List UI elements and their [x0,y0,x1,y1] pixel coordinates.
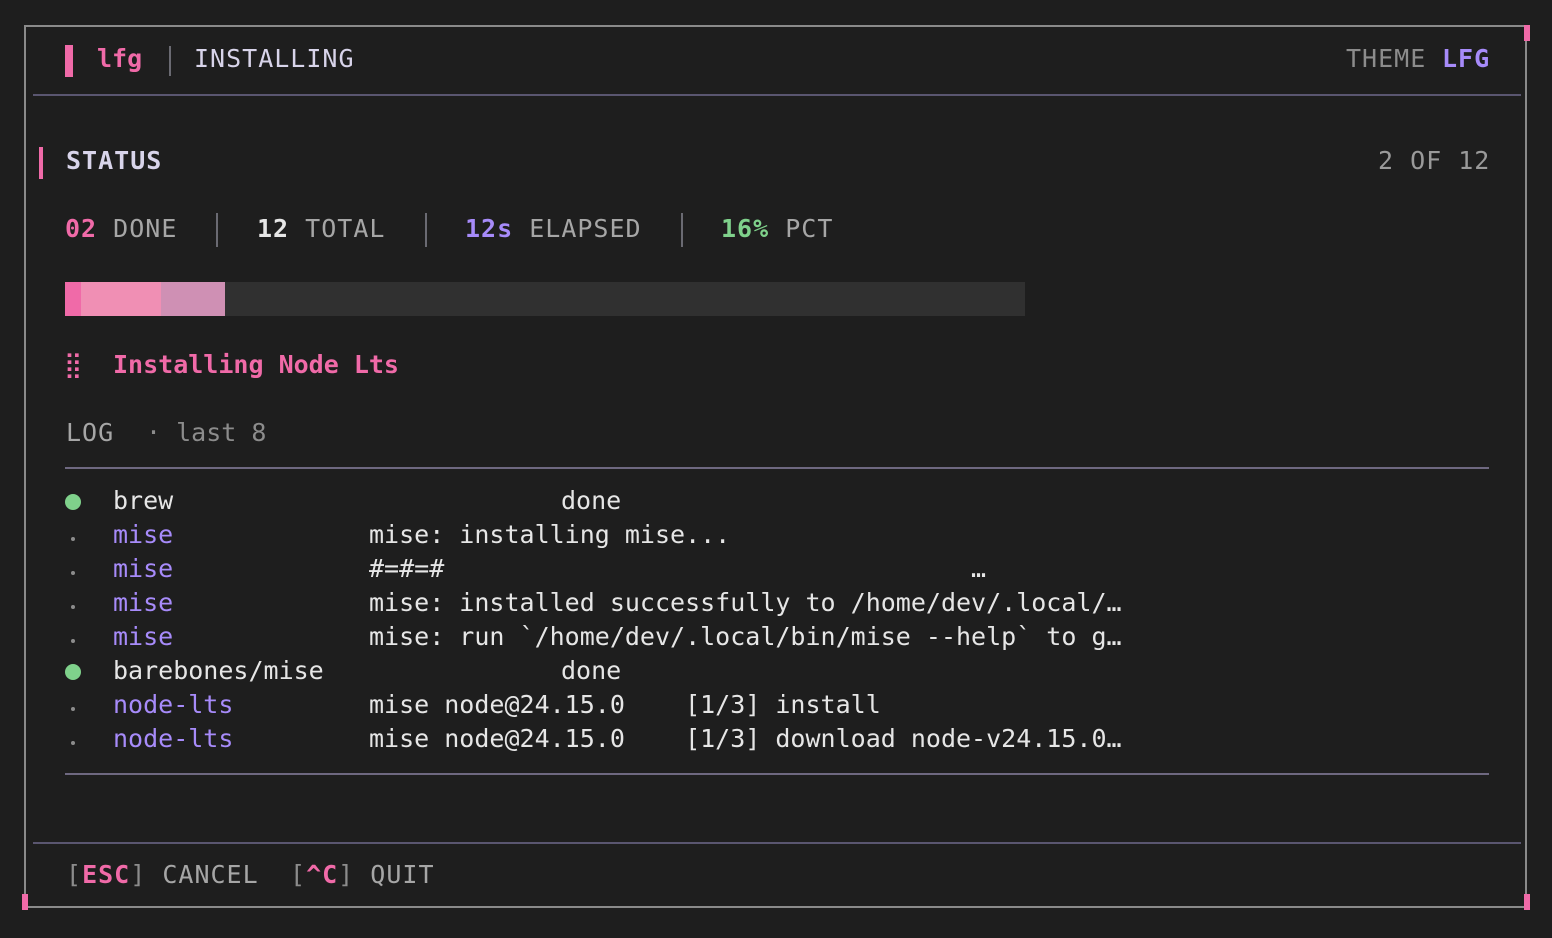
progress-bar [65,282,1025,316]
status-title: STATUS [66,146,163,175]
theme-value[interactable]: LFG [1442,44,1490,73]
done-dot-icon [65,664,81,680]
stat-total-label: TOTAL [305,214,386,243]
frame-corner-bottom-right [1524,894,1530,910]
done-dot-icon [65,494,81,510]
frame-corner-top-right [1524,25,1530,41]
stat-elapsed: 12s ELAPSED [465,214,642,243]
page-title: INSTALLING [194,44,355,73]
current-task-label: Installing Node Lts [113,350,399,379]
header-separator [169,46,171,76]
stat-pct-value: 16% [721,214,770,243]
log-message: mise: installed successfully to /home/de… [369,588,1122,617]
quit-label: QUIT [370,860,435,889]
log-source: mise [113,520,174,549]
frame-corner-bottom-left [22,894,28,910]
progress-fill-tail [161,282,225,316]
log-message: done [561,486,622,515]
log-message: mise: installing mise... [369,520,731,549]
log-message: mise node@24.15.0 [1/3] download node-v2… [369,724,1122,753]
header-divider [33,94,1521,96]
cancel-key: ESC [82,860,131,889]
stat-total-value: 12 [257,214,290,243]
theme-label: THEME [1346,44,1427,73]
stat-elapsed-label: ELAPSED [529,214,642,243]
progress-fill-head [65,282,81,316]
quit-key: ^C [306,860,339,889]
log-message: #=#=# … [369,554,987,583]
stat-separator [216,213,218,247]
stat-separator [681,213,683,247]
stat-elapsed-value: 12s [465,214,514,243]
status-count: 2 OF 12 [1378,146,1491,175]
log-source: mise [113,588,174,617]
log-title: LOG [66,418,115,447]
log-source: mise [113,554,174,583]
footer-divider [33,842,1521,844]
log-source: mise [113,622,174,651]
stat-done-label: DONE [113,214,178,243]
log-source: brew [113,486,174,515]
bullet-icon [71,605,75,609]
log-message: done [561,656,622,685]
progress-fill-body [81,282,161,316]
spinner-icon: ⣿ [64,350,83,379]
bullet-icon [71,639,75,643]
log-message: mise: run `/home/dev/.local/bin/mise --h… [369,622,1122,651]
stat-separator [425,213,427,247]
stat-total: 12 TOTAL [257,214,385,243]
bullet-icon [71,707,75,711]
bullet-icon [71,741,75,745]
log-source: node-lts [113,690,234,719]
status-accent-bar [39,147,43,179]
header-accent-bar [65,45,73,77]
cancel-label: CANCEL [162,860,259,889]
cancel-button[interactable]: [ESC] CANCEL [66,860,259,889]
log-source: barebones/mise [113,656,324,685]
stat-done-value: 02 [65,214,98,243]
bullet-icon [71,537,75,541]
stat-pct-label: PCT [785,214,834,243]
quit-button[interactable]: [^C] QUIT [290,860,435,889]
stat-done: 02 DONE [65,214,177,243]
bullet-icon [71,571,75,575]
log-top-divider [65,467,1489,469]
log-subtitle: · last 8 [146,418,267,447]
log-source: node-lts [113,724,234,753]
app-logo: lfg [97,44,143,73]
log-bottom-divider [65,773,1489,775]
stat-pct: 16% PCT [721,214,833,243]
log-message: mise node@24.15.0 [1/3] install [369,690,881,719]
